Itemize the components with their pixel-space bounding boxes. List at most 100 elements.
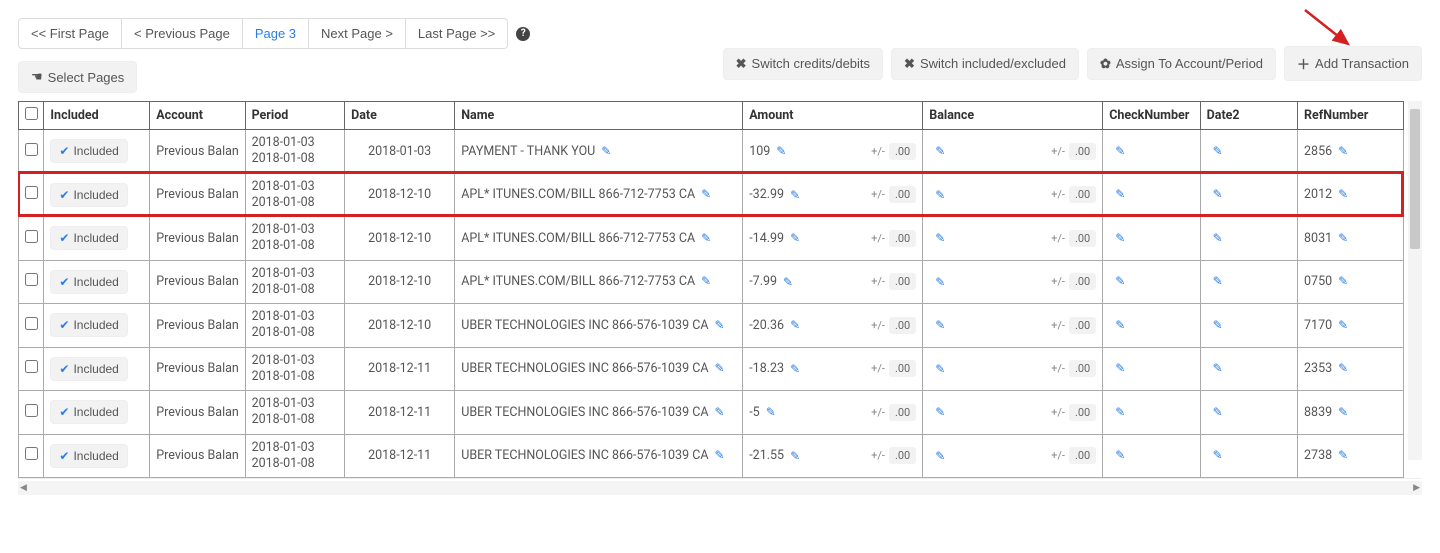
date2-header[interactable]: Date2: [1200, 102, 1297, 130]
period-header[interactable]: Period: [245, 102, 345, 130]
edit-icon[interactable]: ✎: [935, 318, 945, 332]
help-icon[interactable]: ?: [516, 27, 530, 41]
plus-minus-toggle[interactable]: +/-: [871, 145, 885, 158]
edit-icon[interactable]: ✎: [601, 144, 611, 158]
plus-minus-toggle[interactable]: +/-: [871, 319, 885, 332]
edit-icon[interactable]: ✎: [701, 231, 711, 245]
plus-minus-toggle[interactable]: +/-: [871, 406, 885, 419]
row-checkbox[interactable]: [25, 447, 38, 460]
plus-minus-toggle[interactable]: +/-: [1051, 319, 1065, 332]
name-cell[interactable]: UBER TECHNOLOGIES INC 866-576-1039 CA✎: [455, 391, 743, 435]
edit-icon[interactable]: ✎: [715, 405, 725, 419]
period-cell[interactable]: 2018-01-032018-01-08: [245, 304, 345, 348]
plus-minus-toggle[interactable]: +/-: [1051, 449, 1065, 462]
edit-icon[interactable]: ✎: [1213, 361, 1223, 375]
select-all-checkbox[interactable]: [25, 107, 38, 120]
refnumber-cell[interactable]: 2012✎: [1298, 173, 1404, 217]
edit-icon[interactable]: ✎: [1213, 231, 1223, 245]
refnumber-cell[interactable]: 0750✎: [1298, 260, 1404, 304]
plus-minus-toggle[interactable]: +/-: [1051, 275, 1065, 288]
decimal-button[interactable]: .00: [1069, 447, 1096, 464]
date-cell[interactable]: 2018-12-11: [345, 347, 455, 391]
amount-cell[interactable]: -7.99✎+/-.00: [743, 260, 923, 304]
date2-cell[interactable]: ✎: [1200, 304, 1297, 348]
amount-cell[interactable]: -21.55✎+/-.00: [743, 434, 923, 478]
refnumber-cell[interactable]: 2353✎: [1298, 347, 1404, 391]
date2-cell[interactable]: ✎: [1200, 260, 1297, 304]
scroll-right-icon[interactable]: ▶: [1413, 483, 1420, 493]
checknumber-cell[interactable]: ✎: [1103, 304, 1200, 348]
prev-page-button[interactable]: < Previous Page: [121, 18, 242, 49]
edit-icon[interactable]: ✎: [1213, 274, 1223, 288]
amount-cell[interactable]: -18.23✎+/-.00: [743, 347, 923, 391]
included-header[interactable]: Included: [44, 102, 150, 130]
checknumber-header[interactable]: CheckNumber: [1103, 102, 1200, 130]
decimal-button[interactable]: .00: [889, 186, 916, 203]
decimal-button[interactable]: .00: [889, 230, 916, 247]
first-page-button[interactable]: << First Page: [18, 18, 121, 49]
date-cell[interactable]: 2018-12-11: [345, 391, 455, 435]
plus-minus-toggle[interactable]: +/-: [871, 188, 885, 201]
account-cell[interactable]: Previous Balan: [150, 391, 245, 435]
select-pages-button[interactable]: ☚ Select Pages: [18, 61, 137, 93]
date-cell[interactable]: 2018-01-03: [345, 130, 455, 174]
add-transaction-button[interactable]: ＋ Add Transaction: [1284, 46, 1422, 81]
name-cell[interactable]: UBER TECHNOLOGIES INC 866-576-1039 CA✎: [455, 434, 743, 478]
edit-icon[interactable]: ✎: [1115, 231, 1125, 245]
row-select-cell[interactable]: [19, 217, 44, 261]
refnumber-cell[interactable]: 8839✎: [1298, 391, 1404, 435]
account-cell[interactable]: Previous Balan: [150, 173, 245, 217]
included-button[interactable]: ✔Included: [50, 400, 127, 424]
plus-minus-toggle[interactable]: +/-: [871, 275, 885, 288]
edit-icon[interactable]: ✎: [790, 231, 800, 245]
row-checkbox[interactable]: [25, 273, 38, 286]
plus-minus-toggle[interactable]: +/-: [1051, 232, 1065, 245]
edit-icon[interactable]: ✎: [1115, 187, 1125, 201]
account-cell[interactable]: Previous Balan: [150, 434, 245, 478]
edit-icon[interactable]: ✎: [1338, 144, 1348, 158]
included-button[interactable]: ✔Included: [50, 444, 127, 468]
row-select-cell[interactable]: [19, 173, 44, 217]
account-header[interactable]: Account: [150, 102, 245, 130]
account-cell[interactable]: Previous Balan: [150, 347, 245, 391]
date-cell[interactable]: 2018-12-10: [345, 260, 455, 304]
date2-cell[interactable]: ✎: [1200, 130, 1297, 174]
vertical-scrollbar[interactable]: [1408, 101, 1422, 460]
checknumber-cell[interactable]: ✎: [1103, 173, 1200, 217]
select-all-header[interactable]: [19, 102, 44, 130]
row-checkbox[interactable]: [25, 317, 38, 330]
refnumber-cell[interactable]: 2738✎: [1298, 434, 1404, 478]
edit-icon[interactable]: ✎: [1338, 448, 1348, 462]
horizontal-scrollbar[interactable]: ◀ ▶: [18, 481, 1422, 495]
date-cell[interactable]: 2018-12-10: [345, 217, 455, 261]
decimal-button[interactable]: .00: [889, 404, 916, 421]
balance-cell[interactable]: ✎+/-.00: [923, 173, 1103, 217]
date2-cell[interactable]: ✎: [1200, 347, 1297, 391]
row-select-cell[interactable]: [19, 260, 44, 304]
edit-icon[interactable]: ✎: [935, 275, 945, 289]
account-cell[interactable]: Previous Balan: [150, 130, 245, 174]
edit-icon[interactable]: ✎: [1115, 405, 1125, 419]
included-button[interactable]: ✔Included: [50, 357, 127, 381]
plus-minus-toggle[interactable]: +/-: [1051, 145, 1065, 158]
edit-icon[interactable]: ✎: [715, 448, 725, 462]
decimal-button[interactable]: .00: [889, 447, 916, 464]
next-page-button[interactable]: Next Page >: [308, 18, 405, 49]
amount-cell[interactable]: -5✎+/-.00: [743, 391, 923, 435]
included-button[interactable]: ✔Included: [50, 226, 127, 250]
checknumber-cell[interactable]: ✎: [1103, 217, 1200, 261]
decimal-button[interactable]: .00: [1069, 273, 1096, 290]
balance-header[interactable]: Balance: [923, 102, 1103, 130]
balance-cell[interactable]: ✎+/-.00: [923, 217, 1103, 261]
edit-icon[interactable]: ✎: [715, 361, 725, 375]
period-cell[interactable]: 2018-01-032018-01-08: [245, 173, 345, 217]
edit-icon[interactable]: ✎: [935, 449, 945, 463]
name-cell[interactable]: APL* ITUNES.COM/BILL 866-712-7753 CA✎: [455, 217, 743, 261]
edit-icon[interactable]: ✎: [790, 362, 800, 376]
edit-icon[interactable]: ✎: [935, 362, 945, 376]
period-cell[interactable]: 2018-01-032018-01-08: [245, 391, 345, 435]
checknumber-cell[interactable]: ✎: [1103, 260, 1200, 304]
account-cell[interactable]: Previous Balan: [150, 217, 245, 261]
edit-icon[interactable]: ✎: [935, 405, 945, 419]
amount-cell[interactable]: 109✎+/-.00: [743, 130, 923, 174]
